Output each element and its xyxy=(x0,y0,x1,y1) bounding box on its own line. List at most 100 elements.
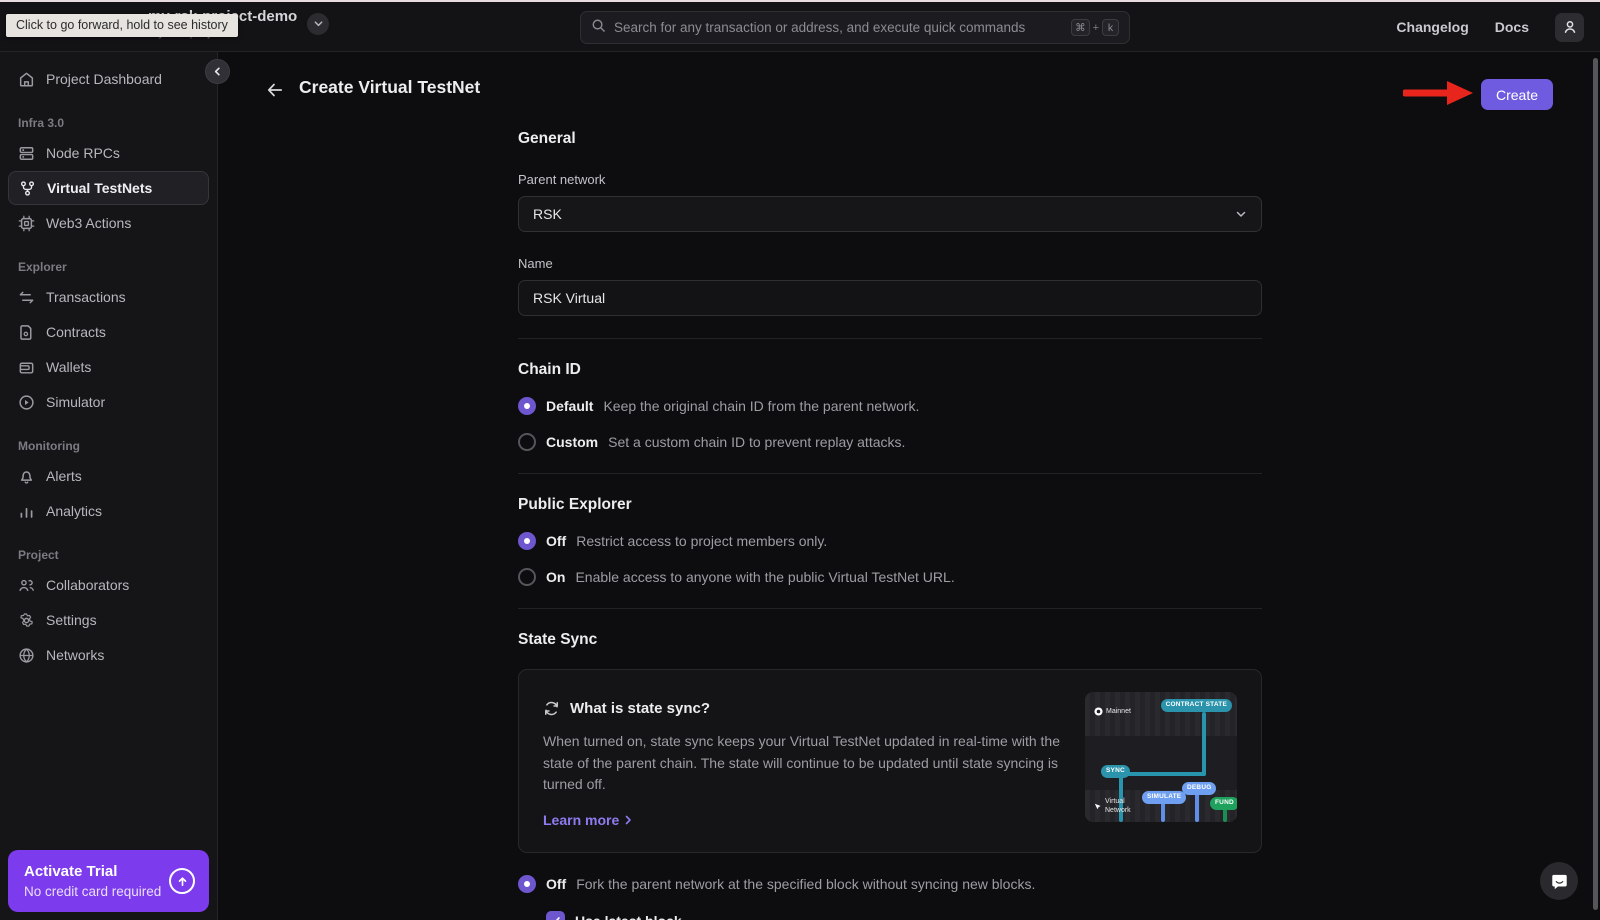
radio-unselected-icon[interactable] xyxy=(518,568,536,586)
divider xyxy=(518,338,1262,339)
state-sync-info-card: What is state sync? When turned on, stat… xyxy=(518,669,1262,853)
scrollbar[interactable] xyxy=(1593,58,1598,910)
sidebar-section-infra: Infra 3.0 xyxy=(18,116,199,130)
use-latest-block-row[interactable]: Use latest block xyxy=(546,911,1262,920)
sidebar-section-monitoring: Monitoring xyxy=(18,439,199,453)
section-heading-general: General xyxy=(518,130,1262,148)
chat-widget-button[interactable] xyxy=(1540,862,1578,900)
trial-title: Activate Trial xyxy=(24,863,193,880)
sidebar-item-transactions[interactable]: Transactions xyxy=(8,280,209,314)
state-sync-option-off[interactable]: Off Fork the parent network at the speci… xyxy=(518,875,1262,893)
play-circle-icon xyxy=(18,394,35,411)
sidebar-item-collaborators[interactable]: Collaborators xyxy=(8,568,209,602)
sidebar-item-alerts[interactable]: Alerts xyxy=(8,459,209,493)
sidebar-item-label: Alerts xyxy=(46,468,82,484)
sidebar-item-label: Settings xyxy=(46,612,97,628)
sync-card-title: What is state sync? xyxy=(570,700,710,717)
sidebar-item-settings[interactable]: Settings xyxy=(8,603,209,637)
person-icon xyxy=(1562,19,1578,35)
radio-selected-icon[interactable] xyxy=(518,875,536,893)
back-button[interactable] xyxy=(266,82,284,103)
name-label: Name xyxy=(518,256,1262,271)
docs-link[interactable]: Docs xyxy=(1495,19,1529,35)
account-button[interactable] xyxy=(1555,13,1584,42)
changelog-link[interactable]: Changelog xyxy=(1396,19,1468,35)
chevron-right-icon xyxy=(623,815,633,825)
create-button[interactable]: Create xyxy=(1481,79,1553,110)
virtual-network-icon xyxy=(1093,802,1102,811)
sidebar-item-virtual-testnets[interactable]: Virtual TestNets xyxy=(8,171,209,205)
k-key: k xyxy=(1102,19,1119,36)
public-explorer-option-on[interactable]: On Enable access to anyone with the publ… xyxy=(518,568,1262,586)
sidebar-item-label: Collaborators xyxy=(46,577,129,593)
gear-icon xyxy=(18,612,35,629)
radio-selected-icon[interactable] xyxy=(518,532,536,550)
debug-badge: DEBUG xyxy=(1182,782,1216,795)
sidebar-section-explorer: Explorer xyxy=(18,260,199,274)
annotation-red-arrow xyxy=(1403,80,1475,106)
activate-trial-banner[interactable]: Activate Trial No credit card required xyxy=(8,850,209,912)
sidebar-item-label: Contracts xyxy=(46,324,106,340)
users-icon xyxy=(18,577,35,594)
divider xyxy=(518,608,1262,609)
home-icon xyxy=(18,71,35,88)
testnet-name-input[interactable] xyxy=(518,280,1262,316)
sidebar-item-project-dashboard[interactable]: Project Dashboard xyxy=(8,62,209,96)
chain-id-option-custom[interactable]: Custom Set a custom chain ID to prevent … xyxy=(518,433,1262,451)
sidebar-item-label: Analytics xyxy=(46,503,102,519)
chain-id-option-default[interactable]: Default Keep the original chain ID from … xyxy=(518,397,1262,415)
sidebar-item-label: Virtual TestNets xyxy=(47,180,152,196)
plus-sign: + xyxy=(1093,22,1099,34)
search-input[interactable] xyxy=(614,20,1063,35)
search-icon xyxy=(591,18,606,38)
sidebar-item-simulator[interactable]: Simulator xyxy=(8,385,209,419)
sidebar-item-node-rpcs[interactable]: Node RPCs xyxy=(8,136,209,170)
section-heading-state-sync: State Sync xyxy=(518,631,1262,649)
sidebar-item-label: Transactions xyxy=(46,289,126,305)
sidebar-section-project: Project xyxy=(18,548,199,562)
arrow-left-icon xyxy=(266,82,284,98)
public-explorer-option-off[interactable]: Off Restrict access to project members o… xyxy=(518,532,1262,550)
wallet-icon xyxy=(18,359,35,376)
global-search[interactable]: ⌘ + k xyxy=(580,11,1130,44)
sync-badge: SYNC xyxy=(1101,765,1130,778)
sidebar: Project Dashboard Infra 3.0 Node RPCs Vi… xyxy=(0,52,218,920)
sidebar-item-networks[interactable]: Networks xyxy=(8,638,209,672)
state-sync-illustration: Mainnet CONTRACT STATE SYNC SIMULATE DEB… xyxy=(1085,692,1237,822)
debug-line xyxy=(1195,792,1199,822)
chevron-left-icon xyxy=(212,66,223,77)
create-testnet-form: General Parent network RSK Name Chain ID… xyxy=(518,130,1262,920)
sync-card-body: When turned on, state sync keeps your Vi… xyxy=(543,731,1061,796)
page-title: Create Virtual TestNet xyxy=(299,77,480,98)
sidebar-item-label: Web3 Actions xyxy=(46,215,131,231)
page-header: Create Virtual TestNet Create xyxy=(218,52,1600,130)
sidebar-item-label: Wallets xyxy=(46,359,91,375)
sidebar-item-wallets[interactable]: Wallets xyxy=(8,350,209,384)
section-heading-public-explorer: Public Explorer xyxy=(518,496,1262,514)
parent-network-select[interactable]: RSK xyxy=(518,196,1262,232)
search-shortcut: ⌘ + k xyxy=(1071,19,1119,36)
contract-file-icon xyxy=(18,324,35,341)
divider xyxy=(518,473,1262,474)
radio-unselected-icon[interactable] xyxy=(518,433,536,451)
browser-nav-tooltip: Click to go forward, hold to see history xyxy=(6,14,238,37)
parent-network-value: RSK xyxy=(533,206,1235,222)
simulate-badge: SIMULATE xyxy=(1142,791,1186,804)
sidebar-item-label: Simulator xyxy=(46,394,105,410)
cmd-key: ⌘ xyxy=(1071,19,1090,36)
chip-icon xyxy=(18,215,35,232)
radio-selected-icon[interactable] xyxy=(518,397,536,415)
sidebar-collapse-button[interactable] xyxy=(205,59,230,84)
sync-icon xyxy=(543,700,560,717)
learn-more-link[interactable]: Learn more xyxy=(543,812,633,828)
checkbox-checked-icon[interactable] xyxy=(546,911,565,920)
arrow-up-circle-icon xyxy=(169,868,195,894)
bar-chart-icon xyxy=(18,503,35,520)
chat-bubble-icon xyxy=(1550,872,1569,891)
sidebar-item-analytics[interactable]: Analytics xyxy=(8,494,209,528)
chevron-down-icon[interactable] xyxy=(307,13,329,35)
swap-arrows-icon xyxy=(18,289,35,306)
sidebar-item-contracts[interactable]: Contracts xyxy=(8,315,209,349)
mainnet-label: Mainnet xyxy=(1094,707,1131,716)
sidebar-item-web3-actions[interactable]: Web3 Actions xyxy=(8,206,209,240)
